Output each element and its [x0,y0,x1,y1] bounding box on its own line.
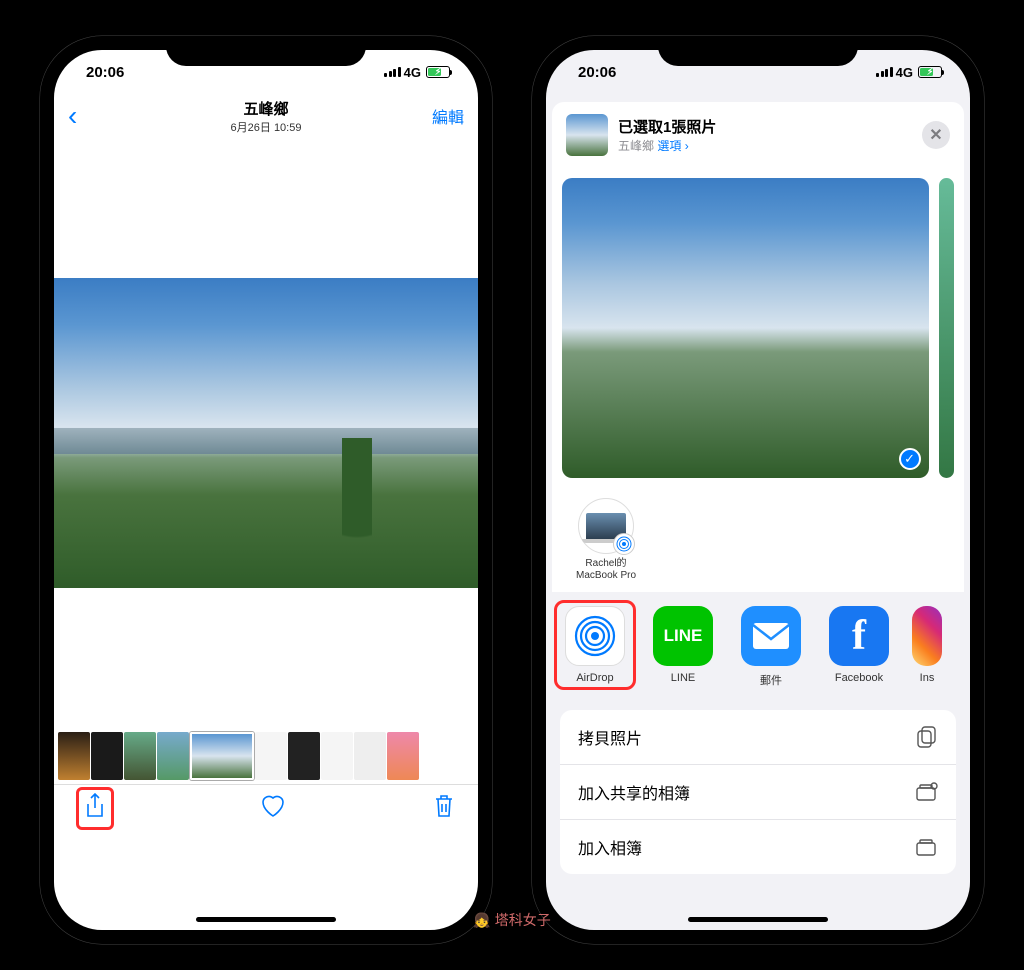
header-title: 已選取1張照片 [618,116,716,137]
share-sheet-header: 已選取1張照片 五峰鄉 選項 › ✕ [552,102,964,168]
signal-icon [876,67,893,77]
app-label: LINE [671,672,695,684]
action-add-shared-album[interactable]: 加入共享的相簿 [560,765,956,820]
signal-icon [384,67,401,77]
nav-location: 五峰鄉 [112,98,420,119]
app-facebook[interactable]: f Facebook [824,606,894,688]
header-info: 已選取1張照片 五峰鄉 選項 › [618,116,716,154]
battery-icon: ⚡︎ [918,66,942,78]
thumbnail[interactable] [255,732,287,780]
nav-timestamp: 6月26日 10:59 [112,119,420,135]
app-airdrop[interactable]: AirDrop [560,606,630,684]
phone-right: 20:06 4G ⚡︎ 已選取1張照片 五峰鄉 選項 [532,36,984,944]
watermark-text: 塔科女子 [495,910,551,930]
screen-photo-detail: 20:06 4G ⚡︎ ‹ 五峰鄉 6月26日 10:59 編輯 [54,50,478,930]
close-icon: ✕ [929,125,942,145]
nav-bar: ‹ 五峰鄉 6月26日 10:59 編輯 [54,94,478,138]
photo-image [54,278,478,588]
airdrop-targets-row: Rachel的 MacBook Pro [552,490,964,592]
status-time: 20:06 [86,64,124,81]
thumbnail[interactable] [157,732,189,780]
nav-title: 五峰鄉 6月26日 10:59 [112,98,420,135]
app-label: AirDrop [576,672,613,684]
shared-album-icon [914,782,938,802]
favorite-button[interactable] [259,793,287,824]
line-icon: LINE [653,606,713,666]
edit-button[interactable]: 編輯 [420,104,464,128]
action-label: 拷貝照片 [578,725,642,749]
share-actions-list: 拷貝照片 加入共享的相簿 加入相簿 [560,710,956,874]
share-button-highlight [76,787,114,830]
header-options-link: 選項 › [657,139,688,153]
status-indicators: 4G ⚡︎ [384,65,450,80]
airdrop-target[interactable]: Rachel的 MacBook Pro [566,498,646,582]
airdrop-icon [565,606,625,666]
photo-viewport[interactable] [54,138,478,728]
share-icon [83,792,107,820]
action-label: 加入共享的相簿 [578,780,690,804]
action-add-album[interactable]: 加入相簿 [560,820,956,874]
thumbnail[interactable] [354,732,386,780]
album-icon [914,837,938,857]
app-mail[interactable]: 郵件 [736,606,806,688]
airdrop-app-highlight: AirDrop [554,600,636,690]
preview-image-selected[interactable]: ✓ [562,178,929,478]
network-label: 4G [404,65,421,80]
delete-button[interactable] [432,793,456,824]
share-button[interactable] [83,792,107,825]
thumbnail[interactable] [91,732,123,780]
mail-icon [741,606,801,666]
thumbnail[interactable] [321,732,353,780]
thumbnail-selected[interactable] [190,732,254,780]
airdrop-badge-icon [613,533,635,555]
checkmark-icon: ✓ [899,448,921,470]
phone-left: 20:06 4G ⚡︎ ‹ 五峰鄉 6月26日 10:59 編輯 [40,36,492,944]
preview-scroller[interactable]: ✓ [552,168,964,490]
thumbnail-strip[interactable] [54,728,478,784]
heart-icon [259,793,287,819]
instagram-icon [912,606,942,666]
thumbnail[interactable] [288,732,320,780]
header-thumbnail [566,114,608,156]
status-indicators: 4G ⚡︎ [876,65,942,80]
bottom-toolbar [54,784,478,836]
screen-share-sheet: 20:06 4G ⚡︎ 已選取1張照片 五峰鄉 選項 [546,50,970,930]
app-label: Ins [920,672,935,684]
thumbnail[interactable] [58,732,90,780]
watermark-icon: 👧 [473,912,490,929]
notch [658,36,858,66]
battery-icon: ⚡︎ [426,66,450,78]
copy-icon [916,725,938,749]
status-time: 20:06 [578,64,616,81]
facebook-icon: f [829,606,889,666]
app-line[interactable]: LINE LINE [648,606,718,688]
thumbnail[interactable] [124,732,156,780]
action-copy-photo[interactable]: 拷貝照片 [560,710,956,765]
thumbnail[interactable] [387,732,419,780]
notch [166,36,366,66]
airdrop-target-label: Rachel的 MacBook Pro [576,558,636,582]
app-label: 郵件 [760,672,782,688]
close-button[interactable]: ✕ [922,121,950,149]
airdrop-avatar [578,498,634,554]
trash-icon [432,793,456,819]
share-apps-row[interactable]: AirDrop LINE LINE 郵件 f Facebook [552,592,964,698]
preview-image-next[interactable] [939,178,954,478]
app-label: Facebook [835,672,883,684]
header-location: 五峰鄉 [618,139,654,153]
app-instagram[interactable]: Ins [912,606,942,688]
back-button[interactable]: ‹ [68,100,112,132]
home-indicator[interactable] [196,917,336,922]
home-indicator[interactable] [688,917,828,922]
header-subtitle[interactable]: 五峰鄉 選項 › [618,137,716,154]
action-label: 加入相簿 [578,835,642,859]
watermark: 👧 塔科女子 [473,910,550,930]
network-label: 4G [896,65,913,80]
